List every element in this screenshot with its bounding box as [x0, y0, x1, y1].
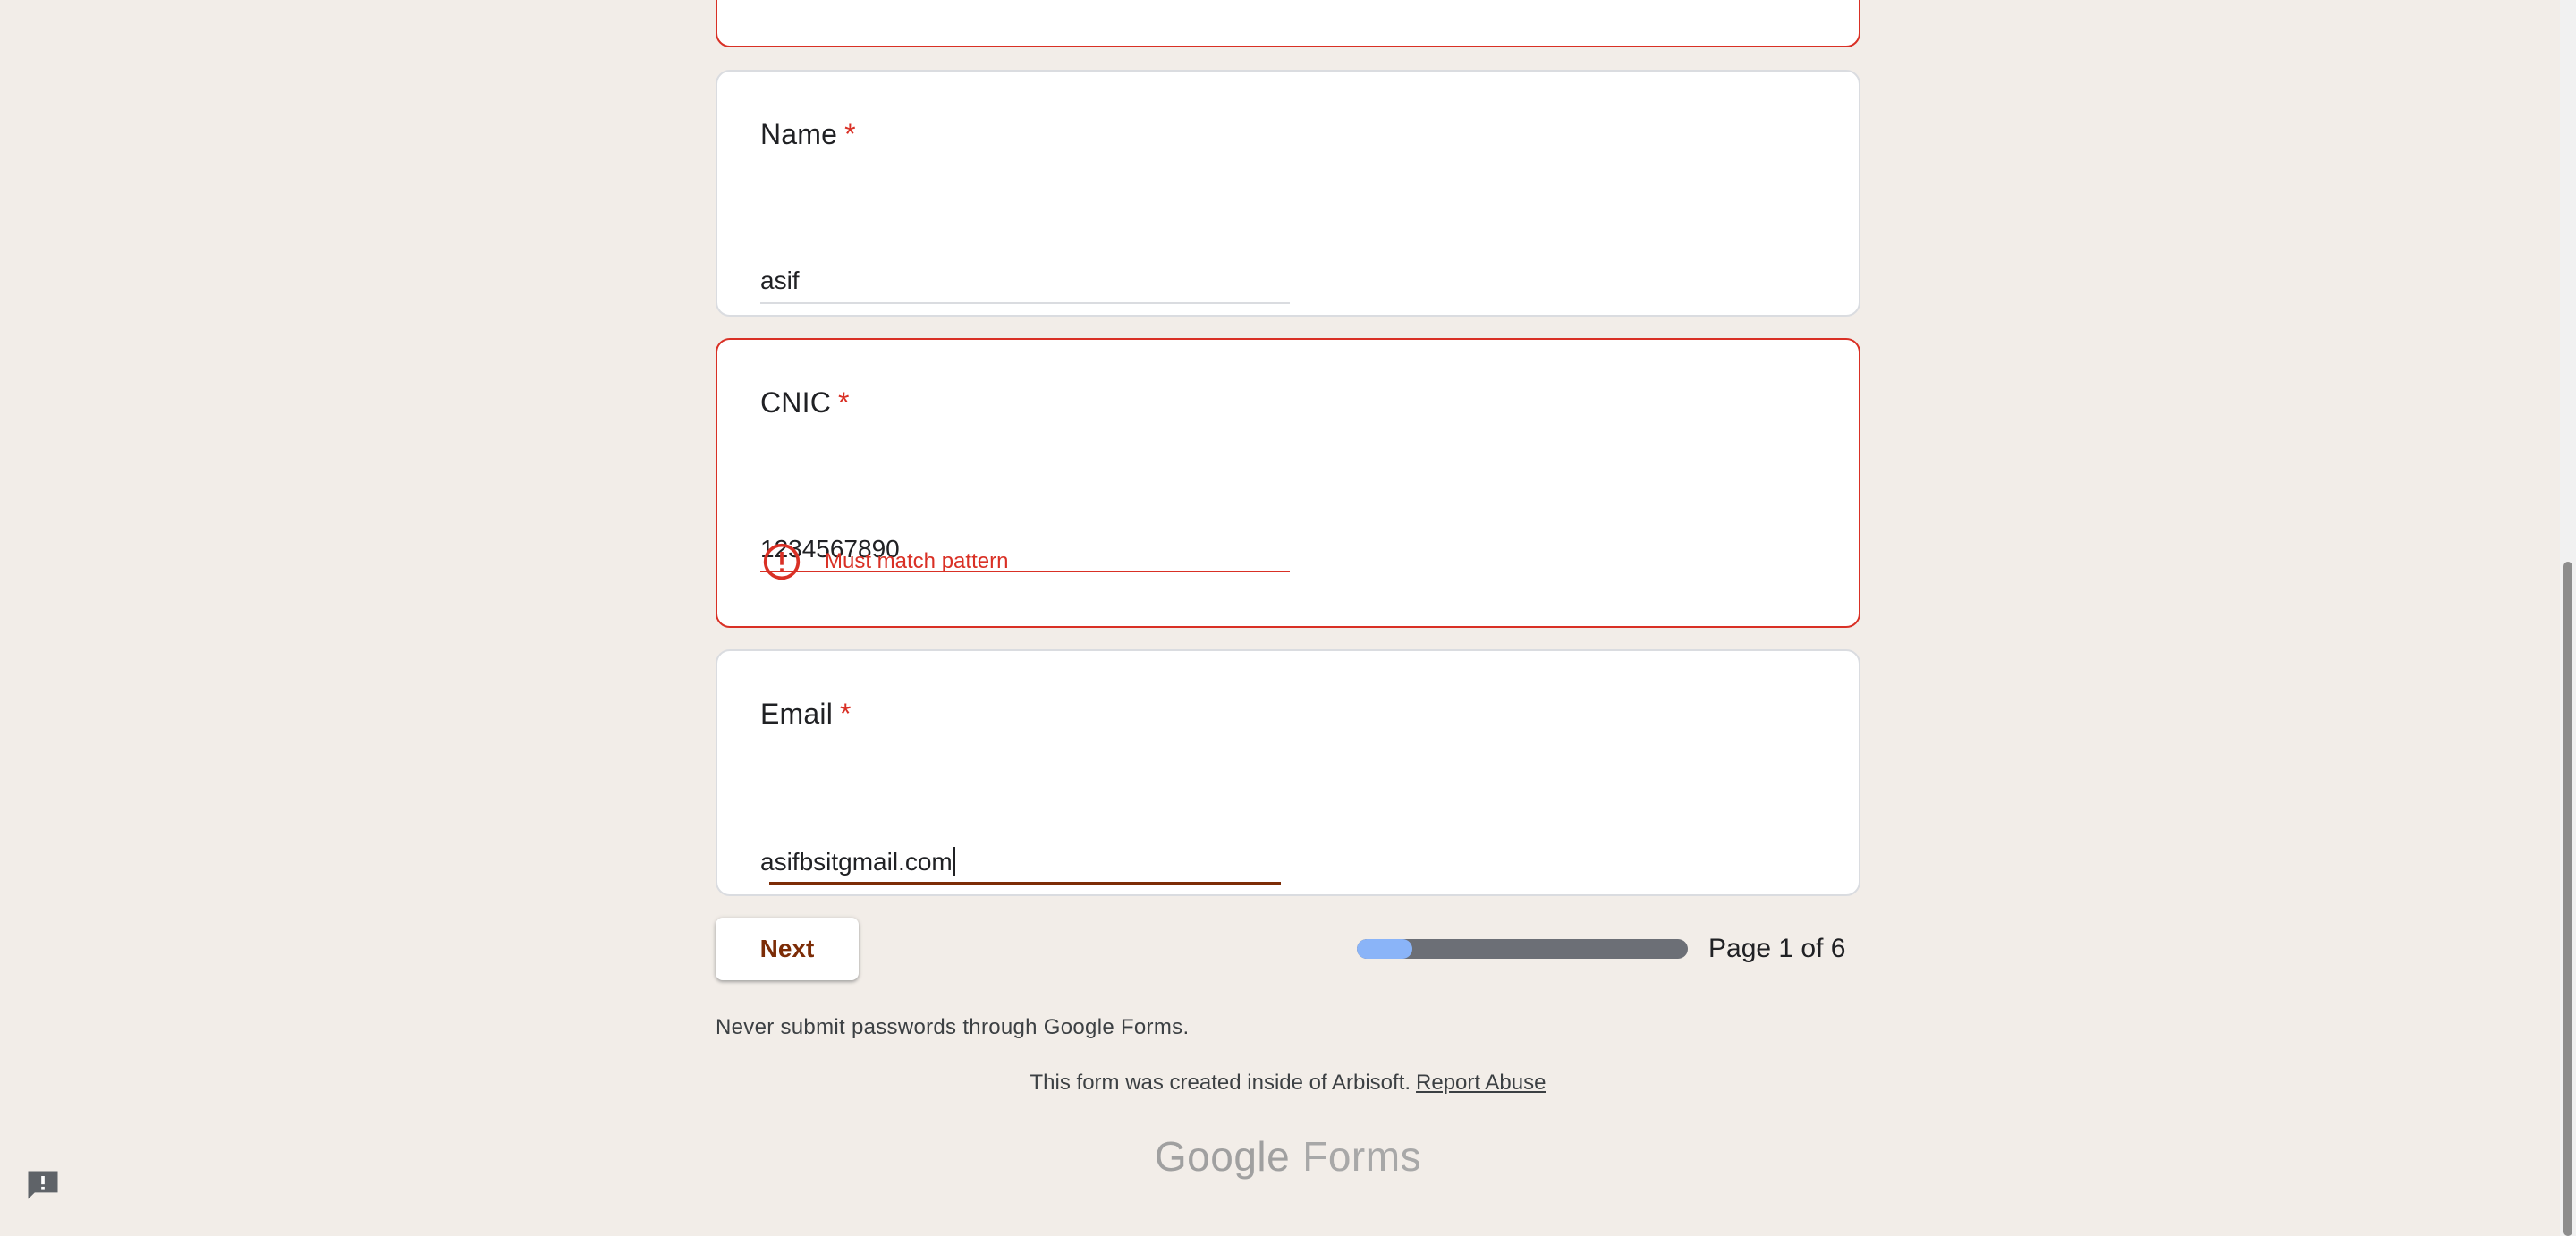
question-card-name: Name * asif: [716, 70, 1860, 317]
page-indicator: Page 1 of 6: [1708, 934, 1846, 963]
question-card-email: Email * asifbsitgmail.com: [716, 649, 1860, 896]
name-input-value: asif: [760, 267, 800, 294]
question-label: Email: [760, 698, 834, 730]
next-button[interactable]: Next: [716, 918, 859, 980]
question-title-cnic: CNIC *: [760, 386, 850, 419]
scrollbar[interactable]: [2560, 0, 2576, 1236]
focus-underline: [769, 882, 1281, 885]
scrollbar-thumb[interactable]: [2563, 562, 2572, 1236]
report-abuse-link[interactable]: Report Abuse: [1416, 1071, 1546, 1095]
validation-error: Must match pattern: [762, 542, 1008, 581]
google-forms-logo: Google Forms: [1154, 1133, 1422, 1180]
question-title-name: Name *: [760, 118, 856, 151]
required-asterisk: *: [840, 698, 852, 730]
text-caret: [953, 847, 955, 876]
progress-bar-fill: [1357, 939, 1412, 959]
feedback-icon[interactable]: [23, 1166, 63, 1206]
question-label: Name: [760, 118, 838, 150]
feedback-icon-glyph: [28, 1171, 58, 1199]
question-label: CNIC: [760, 386, 832, 419]
question-title-email: Email *: [760, 698, 852, 731]
previous-question-card: [716, 0, 1860, 47]
name-input[interactable]: asif: [760, 256, 1290, 304]
email-input[interactable]: asifbsitgmail.com: [760, 835, 1290, 885]
password-warning: Never submit passwords through Google Fo…: [716, 1015, 1190, 1039]
created-by-note: This form was created inside of Arbisoft…: [0, 1071, 2576, 1096]
error-message: Must match pattern: [825, 549, 1009, 573]
question-card-cnic: CNIC * 1234567890 Must match pattern: [716, 338, 1860, 628]
required-asterisk: *: [844, 118, 856, 150]
error-circle-icon: [763, 543, 801, 580]
email-input-value: asifbsitgmail.com: [760, 847, 955, 876]
created-text: This form was created inside of Arbisoft…: [1030, 1071, 1411, 1095]
required-asterisk: *: [838, 386, 850, 419]
progress-bar: [1357, 939, 1688, 959]
